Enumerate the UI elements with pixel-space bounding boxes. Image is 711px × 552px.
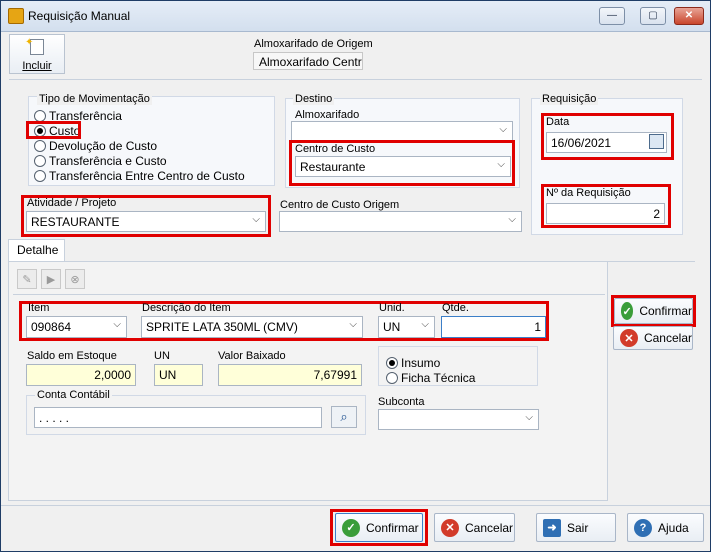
qtde-field[interactable]: 1	[441, 316, 546, 338]
item-label: Item	[28, 302, 50, 314]
centro-custo-label: Centro de Custo	[295, 143, 376, 155]
footer-ajuda-button[interactable]: ? Ajuda	[627, 513, 704, 542]
new-item-icon[interactable]: ✎	[17, 269, 37, 289]
chevron-down-icon: ⌵	[349, 319, 357, 330]
valor-baixado-label: Valor Baixado	[218, 350, 286, 362]
requisicao-window: Requisição Manual — ▢ ✕ ✦ Incluir Almoxa…	[0, 0, 711, 552]
radio-transferencia-entre-cc[interactable]: Transferência Entre Centro de Custo	[34, 169, 245, 183]
calendar-icon[interactable]	[649, 134, 664, 149]
close-button[interactable]: ✕	[674, 7, 704, 25]
unid-select[interactable]: UN ⌵	[378, 316, 435, 338]
numero-requisicao-label: Nº da Requisição	[546, 187, 631, 199]
chevron-down-icon: ⌵	[525, 412, 533, 423]
check-icon: ✓	[342, 518, 360, 537]
top-separator	[9, 79, 702, 80]
subconta-select[interactable]: ⌵	[378, 409, 539, 430]
chevron-down-icon: ⌵	[113, 319, 121, 330]
destino-label: Destino	[293, 93, 335, 105]
chevron-down-icon: ⌵	[421, 319, 429, 330]
almox-origem-value: Almoxarifado Central	[253, 52, 363, 70]
panel-separator	[13, 294, 605, 295]
conta-contabil-field[interactable]: . . . . .	[34, 407, 322, 428]
window-title: Requisição Manual	[28, 9, 131, 23]
tab-detalhe[interactable]: Detalhe	[8, 239, 65, 261]
saldo-label: Saldo em Estoque	[27, 350, 117, 362]
side-confirmar-button[interactable]: ✓ Confirmar	[614, 298, 693, 324]
side-cancelar-button[interactable]: ✕ Cancelar	[613, 326, 693, 350]
requisicao-label: Requisição	[540, 93, 599, 105]
un-field: UN	[154, 364, 203, 386]
descricao-select[interactable]: SPRITE LATA 350ML (CMV) ⌵	[141, 316, 363, 338]
help-icon: ?	[634, 518, 652, 537]
radio-transferencia-custo[interactable]: Transferência e Custo	[34, 154, 167, 168]
radio-insumo[interactable]: Insumo	[386, 356, 440, 370]
maximize-button[interactable]: ▢	[640, 7, 666, 25]
atividade-label: Atividade / Projeto	[27, 197, 117, 209]
chevron-down-icon: ⌵	[252, 214, 260, 225]
highlight-custo	[26, 121, 81, 139]
qtde-label: Qtde.	[442, 302, 469, 314]
almoxarifado-select[interactable]: ⌵	[291, 121, 513, 141]
cc-origem-label: Centro de Custo Origem	[280, 199, 400, 211]
numero-requisicao-field[interactable]: 2	[546, 203, 665, 224]
subconta-label: Subconta	[378, 396, 425, 408]
incluir-button[interactable]: ✦ Incluir	[9, 34, 65, 74]
exit-icon: ➜	[543, 518, 561, 537]
chevron-down-icon: ⌵	[497, 159, 505, 170]
cancel-icon: ✕	[620, 329, 638, 347]
chevron-down-icon: ⌵	[499, 124, 507, 135]
tipo-movimentacao-label: Tipo de Movimentação	[37, 93, 152, 105]
cancel-icon: ✕	[441, 518, 459, 537]
valor-baixado-field: 7,67991	[218, 364, 362, 386]
saldo-field: 2,0000	[26, 364, 136, 386]
unid-label: Unid.	[379, 302, 405, 314]
conta-contabil-label: Conta Contábil	[35, 389, 112, 401]
star-icon: ✦	[25, 37, 34, 48]
data-label: Data	[546, 116, 570, 128]
minimize-button[interactable]: —	[599, 7, 625, 25]
title-bar: Requisição Manual — ▢ ✕	[1, 1, 710, 32]
cc-origem-select[interactable]: ⌵	[279, 211, 522, 232]
atividade-select[interactable]: RESTAURANTE ⌵	[26, 211, 266, 232]
chevron-down-icon: ⌵	[508, 214, 516, 225]
radio-devolucao-custo[interactable]: Devolução de Custo	[34, 139, 157, 153]
centro-custo-select[interactable]: Restaurante ⌵	[295, 156, 511, 177]
radio-ficha-tecnica[interactable]: Ficha Técnica	[386, 371, 475, 385]
item-select[interactable]: 090864 ⌵	[26, 316, 127, 338]
incluir-label: Incluir	[22, 60, 52, 72]
edit-item-icon[interactable]: ▶	[41, 269, 61, 289]
footer-cancelar-button[interactable]: ✕ Cancelar	[434, 513, 515, 542]
delete-item-icon[interactable]: ⊗	[65, 269, 85, 289]
footer-sair-button[interactable]: ➜ Sair	[536, 513, 616, 542]
footer-confirmar-button[interactable]: ✓ Confirmar	[335, 513, 423, 542]
footer-separator	[1, 505, 710, 506]
search-icon[interactable]: ⌕	[331, 406, 357, 428]
check-icon: ✓	[621, 302, 634, 320]
app-icon	[8, 8, 24, 24]
un-label: UN	[154, 350, 170, 362]
almox-origem-label: Almoxarifado de Origem	[254, 38, 373, 50]
almoxarifado-label: Almoxarifado	[295, 109, 360, 121]
descricao-label: Descrição do Item	[142, 302, 231, 314]
